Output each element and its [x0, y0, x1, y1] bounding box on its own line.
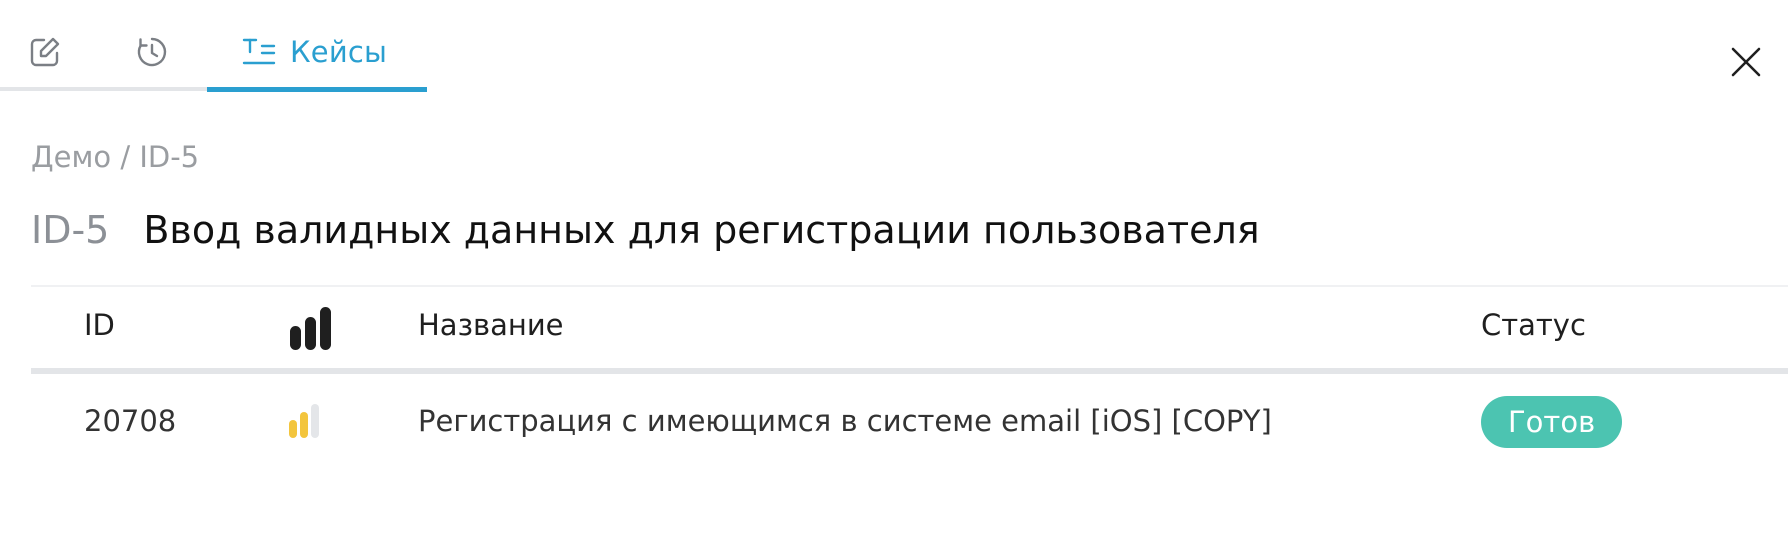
tab-edit[interactable] — [28, 20, 68, 84]
table-header-divider — [31, 368, 1788, 374]
column-header-id[interactable]: ID — [84, 308, 115, 342]
tab-bar: Кейсы — [0, 0, 1788, 92]
tab-cases-label: Кейсы — [290, 35, 388, 69]
close-button[interactable] — [1726, 42, 1766, 82]
case-name[interactable]: Регистрация с имеющимся в системе email … — [418, 404, 1272, 438]
column-header-priority[interactable] — [290, 306, 334, 350]
tab-history[interactable] — [134, 20, 174, 84]
history-icon — [134, 34, 170, 70]
table-top-divider — [31, 285, 1788, 287]
page-title: ID-5 Ввод валидных данных для регистраци… — [31, 208, 1260, 252]
breadcrumb: Демо / ID-5 — [31, 140, 200, 174]
column-header-name[interactable]: Название — [418, 308, 564, 342]
title-text: Ввод валидных данных для регистрации пол… — [143, 208, 1260, 252]
edit-icon — [28, 35, 62, 69]
tab-cases[interactable]: Кейсы — [242, 20, 387, 84]
priority-low-indicator — [289, 404, 321, 438]
active-tab-indicator — [207, 87, 427, 92]
test-cases-icon — [242, 37, 276, 67]
case-id: 20708 — [84, 404, 177, 438]
status-badge[interactable]: Готов — [1481, 396, 1623, 448]
title-id: ID-5 — [31, 208, 110, 252]
close-icon — [1730, 46, 1762, 78]
priority-icon — [290, 306, 334, 350]
column-header-status[interactable]: Статус — [1481, 308, 1586, 342]
